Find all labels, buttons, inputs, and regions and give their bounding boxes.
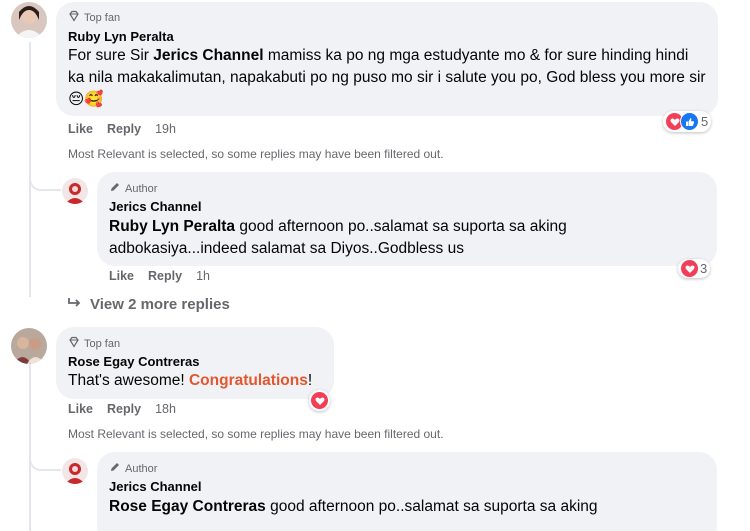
emoji: 😔🥰 — [68, 91, 104, 108]
like-icon — [680, 112, 699, 131]
comment-author[interactable]: Ruby Lyn Peralta — [68, 29, 174, 44]
reaction-summary[interactable]: 3 — [678, 259, 711, 278]
view-more-replies[interactable]: View 2 more replies — [68, 296, 230, 313]
reply-arrow-icon — [68, 296, 82, 313]
mention-tag[interactable]: Ruby Lyn Peralta — [109, 218, 235, 235]
view-more-label: View 2 more replies — [90, 296, 230, 313]
reply-text: Rose Egay Contreras good afternoon po..s… — [109, 498, 598, 515]
heart-icon — [681, 260, 698, 277]
highlight-word: Congratulations — [188, 372, 308, 389]
top-fan-badge: Top fan — [68, 336, 120, 351]
mention-tag[interactable]: Jerics Channel — [153, 47, 263, 64]
comment-author[interactable]: Rose Egay Contreras — [68, 354, 200, 369]
author-badge: Author — [109, 461, 157, 476]
diamond-icon — [68, 336, 80, 351]
reaction-count: 3 — [700, 261, 708, 276]
filter-notice: Most Relevant is selected, so some repli… — [68, 147, 444, 161]
avatar[interactable] — [11, 328, 47, 364]
timestamp[interactable]: 18h — [155, 402, 176, 416]
like-button[interactable]: Like — [68, 122, 93, 136]
reaction-summary[interactable] — [309, 390, 330, 411]
badge-label: Top fan — [84, 337, 121, 350]
thread-connector — [29, 175, 61, 191]
like-button[interactable]: Like — [68, 402, 93, 416]
reply-author[interactable]: Jerics Channel — [109, 199, 202, 214]
thread-line — [29, 42, 31, 297]
comment-actions: Like Reply 19h — [68, 122, 176, 136]
thread-line — [29, 363, 31, 531]
thread-connector — [29, 455, 61, 471]
reply-text: Ruby Lyn Peralta good afternoon po..sala… — [109, 218, 567, 257]
badge-label: Author — [125, 462, 158, 475]
pen-icon — [109, 461, 121, 476]
avatar[interactable] — [62, 178, 88, 204]
comment-text: That's awesome! Congratulations! — [68, 372, 313, 389]
avatar[interactable] — [11, 2, 47, 38]
timestamp[interactable]: 1h — [196, 269, 210, 283]
reaction-count: 5 — [701, 114, 709, 129]
filter-notice: Most Relevant is selected, so some repli… — [68, 427, 444, 441]
reply-author[interactable]: Jerics Channel — [109, 479, 202, 494]
top-fan-badge: Top fan — [68, 10, 120, 25]
reaction-summary[interactable]: 5 — [663, 111, 712, 132]
reply-button[interactable]: Reply — [107, 402, 141, 416]
author-badge: Author — [109, 181, 157, 196]
avatar[interactable] — [62, 458, 88, 484]
badge-label: Author — [125, 182, 158, 195]
timestamp[interactable]: 19h — [155, 122, 176, 136]
diamond-icon — [68, 10, 80, 25]
reply-actions: Like Reply 1h — [109, 269, 210, 283]
pen-icon — [109, 181, 121, 196]
mention-tag[interactable]: Rose Egay Contreras — [109, 498, 266, 515]
reply-button[interactable]: Reply — [107, 122, 141, 136]
like-button[interactable]: Like — [109, 269, 134, 283]
reply-button[interactable]: Reply — [148, 269, 182, 283]
heart-icon — [311, 392, 328, 409]
comment-text: For sure Sir Jerics Channel mamiss ka po… — [68, 47, 706, 108]
comment-actions: Like Reply 18h — [68, 402, 176, 416]
badge-label: Top fan — [84, 11, 121, 24]
